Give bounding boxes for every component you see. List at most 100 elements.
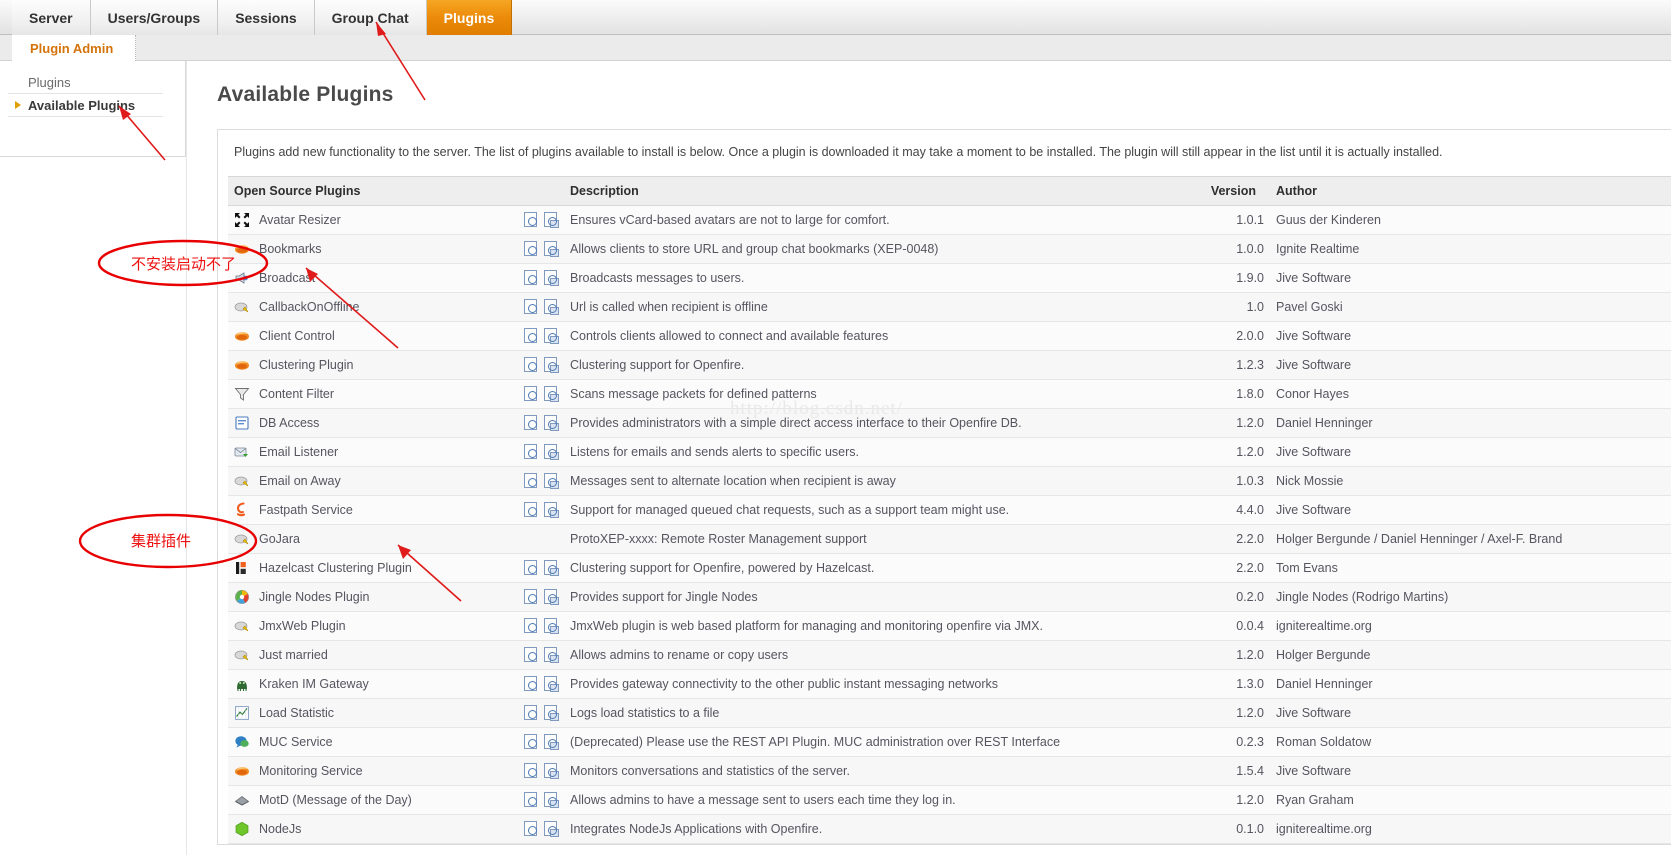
plugin-name-label[interactable]: Kraken IM Gateway	[259, 677, 369, 691]
plugin-name-label[interactable]: Bookmarks	[259, 242, 322, 256]
col-header-name[interactable]: Open Source Plugins	[228, 175, 518, 206]
changelog-icon[interactable]	[544, 415, 559, 431]
readme-icon[interactable]	[524, 705, 537, 720]
cell-doc-icons	[518, 669, 564, 699]
changelog-icon[interactable]	[544, 299, 559, 315]
table-body: Avatar Resizer Ensures vCard-based avatar…	[228, 205, 1671, 844]
plugin-name-label[interactable]: DB Access	[259, 416, 319, 430]
nodejs-icon	[234, 821, 250, 837]
readme-icon[interactable]	[524, 589, 537, 604]
tab-sessions[interactable]: Sessions	[218, 0, 315, 35]
plugin-name-label[interactable]: Fastpath Service	[259, 503, 353, 517]
changelog-icon[interactable]	[544, 676, 559, 692]
plugin-name-label[interactable]: NodeJs	[259, 822, 301, 836]
plugin-name-label[interactable]: Jingle Nodes Plugin	[259, 590, 370, 604]
readme-icon[interactable]	[524, 502, 537, 517]
changelog-icon[interactable]	[544, 763, 559, 779]
plugin-name-label[interactable]: Email on Away	[259, 474, 341, 488]
table-row: Just married Allows admins to rename or c…	[228, 640, 1671, 670]
table-row: GoJara ProtoXEP-xxxx: Remote Roster Manag…	[228, 524, 1671, 554]
plugin-name-label[interactable]: Email Listener	[259, 445, 338, 459]
cell-doc-icons	[518, 350, 564, 380]
cell-description: Url is called when recipient is offline	[564, 292, 1184, 322]
readme-icon[interactable]	[524, 328, 537, 343]
readme-icon[interactable]	[524, 473, 537, 488]
client-control-icon	[234, 328, 250, 344]
plugin-name-label[interactable]: Load Statistic	[259, 706, 334, 720]
plugin-name-label[interactable]: Just married	[259, 648, 328, 662]
readme-icon[interactable]	[524, 241, 537, 256]
readme-icon[interactable]	[524, 270, 537, 285]
cell-doc-icons	[518, 698, 564, 728]
tab-users-groups[interactable]: Users/Groups	[90, 0, 219, 35]
changelog-icon[interactable]	[544, 386, 559, 402]
table-row: Bookmarks Allows clients to store URL and…	[228, 234, 1671, 264]
sidebar-item-available-plugins[interactable]: Available Plugins	[8, 94, 163, 117]
plugin-name-label[interactable]: Avatar Resizer	[259, 213, 341, 227]
changelog-icon[interactable]	[544, 618, 559, 634]
readme-icon[interactable]	[524, 618, 537, 633]
changelog-icon[interactable]	[544, 821, 559, 837]
plugin-name-label[interactable]: Broadcast	[259, 271, 315, 285]
readme-icon[interactable]	[524, 676, 537, 691]
cell-author: Daniel Henninger	[1270, 408, 1671, 438]
plugin-name-label[interactable]: JmxWeb Plugin	[259, 619, 346, 633]
readme-icon[interactable]	[524, 444, 537, 459]
tab-plugin-admin[interactable]: Plugin Admin	[12, 35, 137, 61]
cell-plugin-name: Email on Away	[228, 466, 518, 496]
plugin-name-label[interactable]: GoJara	[259, 532, 300, 546]
cell-description: Logs load statistics to a file	[564, 698, 1184, 728]
readme-icon[interactable]	[524, 560, 537, 575]
changelog-icon[interactable]	[544, 560, 559, 576]
top-tab-bar: Server Users/Groups Sessions Group Chat …	[0, 0, 1671, 35]
changelog-icon[interactable]	[544, 647, 559, 663]
col-header-version[interactable]: Version	[1184, 175, 1270, 206]
monitoring-icon	[234, 763, 250, 779]
changelog-icon[interactable]	[544, 589, 559, 605]
readme-icon[interactable]	[524, 415, 537, 430]
available-plugins-table: Open Source Plugins Description Version …	[228, 175, 1671, 844]
changelog-icon[interactable]	[544, 734, 559, 750]
changelog-icon[interactable]	[544, 212, 559, 228]
readme-icon[interactable]	[524, 734, 537, 749]
changelog-icon[interactable]	[544, 328, 559, 344]
sidebar-item-plugins[interactable]: Plugins	[8, 71, 163, 94]
cell-doc-icons	[518, 408, 564, 438]
changelog-icon[interactable]	[544, 357, 559, 373]
changelog-icon[interactable]	[544, 705, 559, 721]
cell-doc-icons	[518, 727, 564, 757]
cell-version: 1.0.0	[1184, 234, 1270, 264]
changelog-icon[interactable]	[544, 473, 559, 489]
plugin-name-label[interactable]: MotD (Message of the Day)	[259, 793, 412, 807]
readme-icon[interactable]	[524, 386, 537, 401]
plugin-name-label[interactable]: CallbackOnOffline	[259, 300, 360, 314]
plugin-name-label[interactable]: Clustering Plugin	[259, 358, 354, 372]
col-header-description[interactable]: Description	[564, 175, 1184, 206]
changelog-icon[interactable]	[544, 270, 559, 286]
readme-icon[interactable]	[524, 357, 537, 372]
tab-plugins[interactable]: Plugins	[426, 0, 513, 35]
changelog-icon[interactable]	[544, 502, 559, 518]
changelog-icon[interactable]	[544, 241, 559, 257]
tab-group-chat[interactable]: Group Chat	[314, 0, 427, 35]
col-header-author[interactable]: Author	[1270, 175, 1671, 206]
changelog-icon[interactable]	[544, 792, 559, 808]
page-title: Available Plugins	[217, 83, 394, 106]
readme-icon[interactable]	[524, 299, 537, 314]
changelog-icon[interactable]	[544, 444, 559, 460]
tab-server[interactable]: Server	[12, 0, 91, 35]
plugin-name-label[interactable]: Client Control	[259, 329, 335, 343]
readme-icon[interactable]	[524, 763, 537, 778]
cell-version: 2.0.0	[1184, 321, 1270, 351]
cell-doc-icons	[518, 379, 564, 409]
cell-version: 1.2.0	[1184, 640, 1270, 670]
readme-icon[interactable]	[524, 212, 537, 227]
plugin-name-label[interactable]: Monitoring Service	[259, 764, 363, 778]
readme-icon[interactable]	[524, 792, 537, 807]
readme-icon[interactable]	[524, 647, 537, 662]
plugin-name-label[interactable]: Content Filter	[259, 387, 334, 401]
readme-icon[interactable]	[524, 821, 537, 836]
plugin-name-label[interactable]: Hazelcast Clustering Plugin	[259, 561, 412, 575]
cell-author: Guus der Kinderen	[1270, 205, 1671, 235]
plugin-name-label[interactable]: MUC Service	[259, 735, 333, 749]
